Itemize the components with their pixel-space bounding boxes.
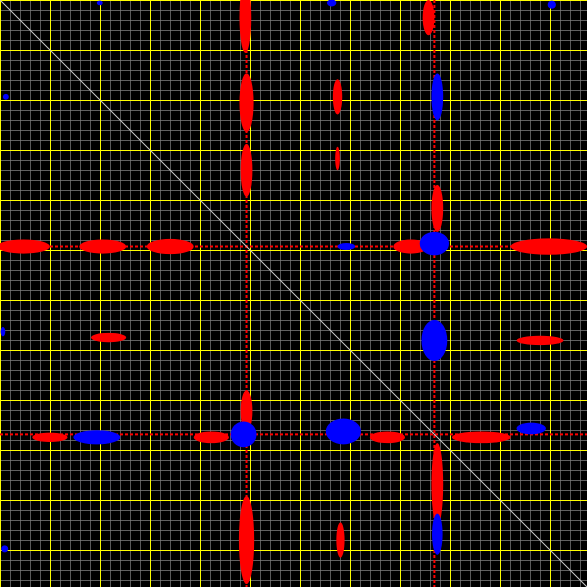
positive-peak[interactable] (510, 238, 587, 255)
positive-peak[interactable] (146, 238, 194, 255)
negative-peak[interactable] (432, 513, 443, 555)
negative-peak[interactable] (431, 73, 444, 121)
positive-peak[interactable] (335, 146, 340, 171)
contour-plot[interactable] (0, 0, 587, 587)
positive-peak[interactable] (238, 496, 255, 585)
negative-peak[interactable] (421, 319, 448, 362)
positive-peak[interactable] (79, 239, 127, 254)
negative-peak[interactable] (96, 0, 103, 6)
negative-peak[interactable] (2, 93, 9, 100)
positive-peak[interactable] (32, 432, 68, 443)
negative-peak[interactable] (337, 243, 356, 251)
positive-peak[interactable] (516, 335, 564, 346)
positive-peak[interactable] (332, 79, 343, 115)
positive-peak[interactable] (240, 143, 253, 197)
negative-peak[interactable] (0, 326, 6, 337)
negative-peak[interactable] (419, 231, 450, 256)
positive-peak[interactable] (239, 73, 254, 133)
negative-peak[interactable] (325, 418, 362, 445)
positive-peak[interactable] (431, 443, 444, 526)
negative-peak[interactable] (516, 422, 546, 435)
negative-peak[interactable] (1, 545, 9, 553)
positive-peak[interactable] (90, 332, 127, 343)
positive-peak[interactable] (422, 0, 435, 36)
positive-peak[interactable] (451, 431, 511, 444)
positive-peak[interactable] (431, 184, 444, 232)
negative-peak[interactable] (73, 430, 121, 445)
positive-peak[interactable] (193, 431, 229, 444)
spectrum-viewport[interactable] (0, 0, 587, 587)
negative-peak[interactable] (547, 0, 556, 9)
negative-peak[interactable] (230, 421, 257, 448)
positive-peak[interactable] (336, 522, 345, 558)
positive-peak[interactable] (369, 431, 406, 444)
